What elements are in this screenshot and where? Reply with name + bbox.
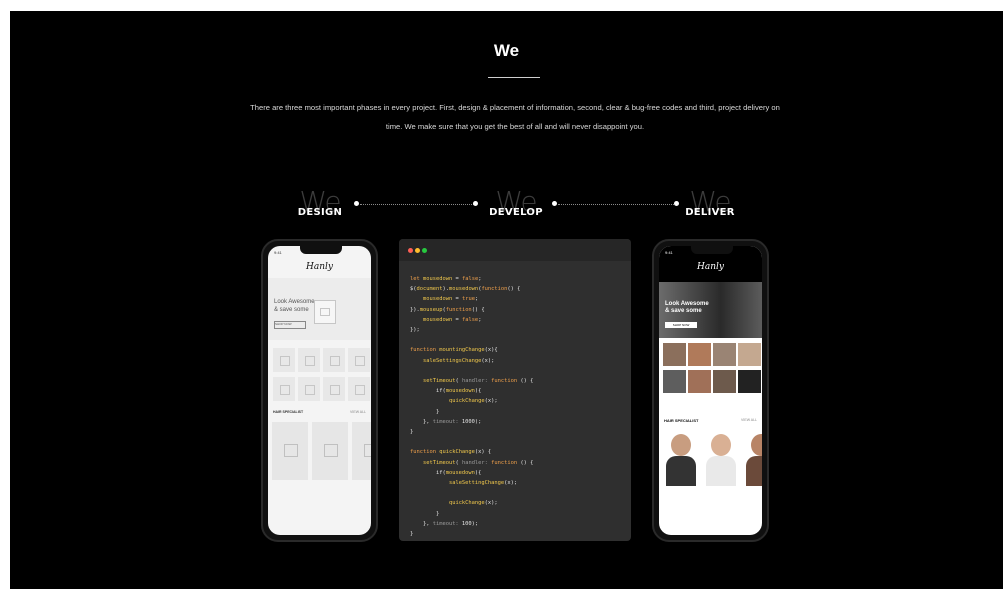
category-tile [273,377,295,401]
category-tile [323,377,345,401]
specialist-avatar [671,434,691,456]
hero-button[interactable]: SHOP NOW [665,322,697,328]
specialist-card[interactable] [663,428,699,486]
minimize-dot-icon [415,248,420,253]
category-tile[interactable] [688,343,711,366]
view-all-link: VIEW ALL [350,410,366,414]
phase-label: DELIVER [685,207,735,218]
close-dot-icon [408,248,413,253]
code-line: saleSettingChange(x); [448,480,518,487]
category-tile[interactable] [713,343,736,366]
phone-screen: 9:41 Hanly Look Awesome & save some SHOP… [659,246,762,535]
category-tile[interactable] [713,370,736,393]
code-line: } [410,510,440,517]
intro-line-2: time. We make sure that you get the best… [385,122,645,131]
code-line: }).mouseup(function() { [410,306,485,313]
category-tile [348,377,370,401]
brand-logo: Hanly [306,262,333,272]
maximize-dot-icon [422,248,427,253]
editor-titlebar [399,239,631,261]
section-intro: There are three most important phases in… [225,98,805,136]
brand-logo: Hanly [697,262,724,272]
code-line: }, timeout: 100); [410,520,479,527]
specialist-avatar [751,434,762,456]
specialist-card[interactable] [703,428,739,486]
category-tile [323,348,345,372]
code-line: }, timeout: 1000); [410,418,482,425]
code-line: mousedown = false; [422,316,482,323]
category-tile[interactable] [688,370,711,393]
specialist-photo [706,456,736,486]
code-line: quickChange(x); [448,500,498,507]
connector-dot [552,201,557,206]
code-line: }); [410,327,420,334]
image-placeholder-icon [314,300,336,324]
category-tile [298,377,320,401]
category-tile[interactable] [738,343,761,366]
code-block: let mousedown = false; $(document).moused… [410,274,533,539]
specialist-avatar [711,434,731,456]
code-line: } [410,408,440,415]
title-underline [488,77,540,78]
code-line: setTimeout( handler: function () { [422,378,534,385]
phase-label: DEVELOP [489,207,543,218]
section-we: We There are three most important phases… [10,11,1003,589]
category-tile [298,348,320,372]
phone-screen: 9:41 Hanly Look Awesome & save some SHOP… [268,246,371,535]
code-line: saleSettingsChange(x); [422,357,495,364]
code-line: quickChange(x); [448,398,498,405]
wireframe-phone-mockup: 9:41 Hanly Look Awesome & save some SHOP… [261,239,378,542]
specialist-card-placeholder [312,422,348,480]
phone-notch [300,246,342,254]
intro-line-1: There are three most important phases in… [250,103,780,112]
hero-text: Look Awesome & save some [665,301,709,314]
connector-dot [354,201,359,206]
category-tile[interactable] [663,370,686,393]
phase-label: DESIGN [297,207,343,218]
status-time: 9:41 [274,250,282,255]
specialist-card-placeholder [272,422,308,480]
status-time: 9:41 [665,250,673,255]
phone-notch [691,246,733,254]
code-line: mousedown = true; [422,296,479,303]
specialist-card-placeholder [352,422,371,480]
section-heading: HAIR SPECIALIST [664,418,699,423]
category-tile [348,348,370,372]
category-tile [273,348,295,372]
code-line: if(mousedown){ [410,469,482,476]
hero-button: SHOP NOW [274,321,306,329]
section-heading: HAIR SPECIALIST [273,410,304,414]
code-line: $(document).mousedown(function() { [410,286,521,293]
final-app-phone-mockup: 9:41 Hanly Look Awesome & save some SHOP… [652,239,769,542]
code-line: } [410,531,414,538]
code-line: function quickChange(x) { [410,449,492,456]
specialist-photo [746,456,762,486]
category-tile[interactable] [738,370,761,393]
specialist-card[interactable] [743,428,762,486]
view-all-link[interactable]: VIEW ALL [741,418,757,422]
code-line: function mountingChange(x){ [410,347,498,354]
code-line: if(mousedown){ [410,388,482,395]
code-line: let mousedown = false; [410,276,482,282]
code-line: setTimeout( handler: function () { [422,459,534,466]
code-line: } [410,429,414,436]
code-editor-window: let mousedown = false; $(document).moused… [399,239,631,541]
section-title: We [493,41,520,60]
specialist-photo [666,456,696,486]
category-tile[interactable] [663,343,686,366]
